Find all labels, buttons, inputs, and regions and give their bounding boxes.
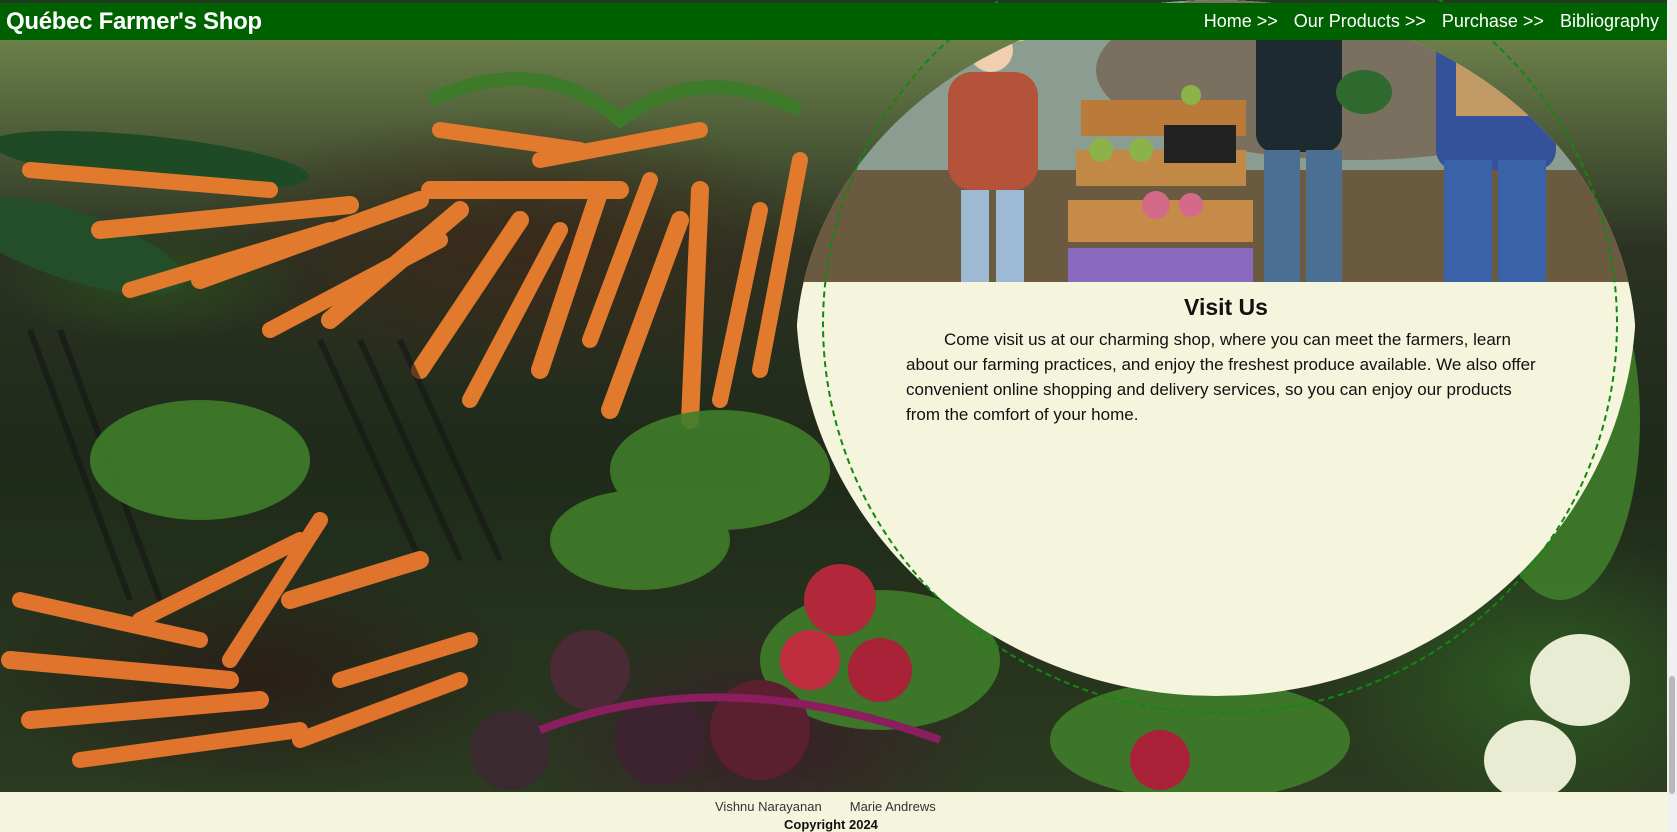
site-brand[interactable]: Québec Farmer's Shop (6, 8, 262, 36)
top-navbar: Québec Farmer's Shop Home >> Our Product… (0, 3, 1667, 40)
visit-us-content: Visit Us Come visit us at our charming s… (906, 294, 1546, 427)
footer-authors: Vishnu Narayanan Marie Andrews (715, 799, 936, 814)
visit-us-heading: Visit Us (1184, 294, 1268, 320)
nav-bibliography-link[interactable]: Bibliography (1560, 11, 1659, 32)
nav-products-link[interactable]: Our Products >> (1294, 11, 1426, 32)
nav-home-link[interactable]: Home >> (1204, 11, 1278, 32)
farmers-photo (796, 0, 1636, 282)
page-scrollbar[interactable] (1667, 0, 1677, 832)
copyright-text: Copyright 2024 (784, 817, 878, 832)
farmers-with-cart-illustration (796, 0, 1636, 282)
visit-us-paragraph: Come visit us at our charming shop, wher… (906, 330, 1536, 424)
nav-purchase-link[interactable]: Purchase >> (1442, 11, 1544, 32)
main-nav: Home >> Our Products >> Purchase >> Bibl… (1204, 11, 1659, 32)
scrollbar-thumb[interactable] (1669, 676, 1675, 794)
page-footer: Vishnu Narayanan Marie Andrews Copyright… (0, 792, 1667, 832)
author-name: Marie Andrews (849, 799, 936, 814)
author-name: Vishnu Narayanan (715, 799, 822, 814)
